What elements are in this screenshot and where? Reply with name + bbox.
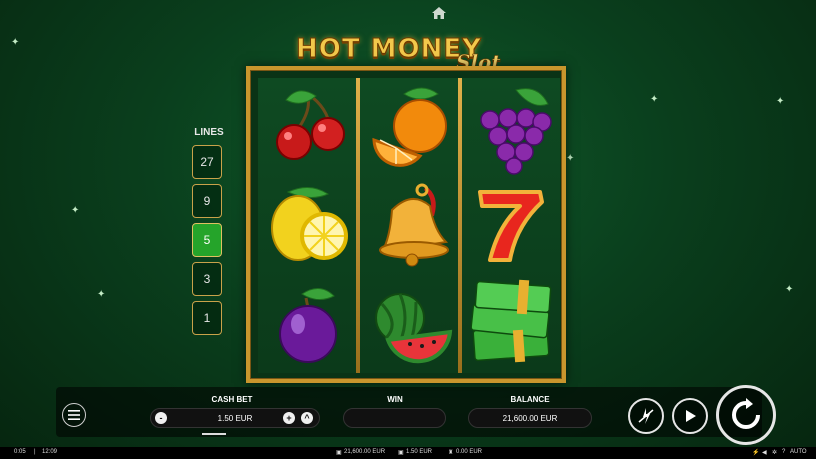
status-bet: 1.50 EUR [406,449,433,455]
sparkle-icon: ✦ [650,94,659,105]
gear-icon[interactable]: ✲ [772,449,777,456]
orange-icon [360,78,458,176]
status-win: 0.00 EUR [456,449,483,455]
lemon-icon [258,176,356,274]
sparkle-icon: ✦ [11,37,20,48]
elapsed-time: 0:05 [14,449,26,455]
bet-increase-button[interactable]: + [283,412,295,424]
menu-icon [68,410,80,420]
wallet-icon: ▣ [336,450,342,456]
spin-icon [732,398,760,429]
plum-icon [258,274,356,372]
clock: 12:09 [42,449,58,455]
line-option-5[interactable]: 5 [192,223,222,257]
win-label: WIN [387,395,403,404]
cash-bet-value: 1.50 EUR [217,413,253,423]
menu-button[interactable] [62,403,86,427]
sound-icon[interactable]: ◀ [762,449,767,456]
turbo-icon [638,408,654,424]
sparkle-icon: ✦ [71,205,80,216]
bet-decrease-button[interactable]: - [155,412,167,424]
line-option-9[interactable]: 9 [192,184,222,218]
line-option-27[interactable]: 27 [192,145,222,179]
reel-1 [258,78,356,373]
sparkle-icon: ✦ [566,153,575,164]
reel-2 [360,78,458,373]
status-bar: 0:05 | 12:09 ▣ 21,600.00 EUR ▣ 1.50 EUR … [0,447,816,459]
grapes-icon [462,78,560,176]
auto-label[interactable]: AUTO [790,449,807,455]
sparkle-icon: ✦ [776,96,785,107]
bet-icon: ▣ [398,450,404,456]
watermelon-icon [360,274,458,372]
reel-frame [246,66,566,383]
cherries-icon [258,78,356,176]
balance-field: 21,600.00 EUR [468,408,592,428]
logo-title: HOT MONEY [296,34,482,65]
sparkle-icon: ✦ [785,284,794,295]
lines-label: LINES [194,127,224,138]
balance-value: 21,600.00 EUR [502,413,558,423]
status-balance: 21,600.00 EUR [344,449,386,455]
bet-indicator [202,433,226,435]
cash-bet-label: CASH BET [211,395,253,404]
lightning-icon[interactable]: ⚡ [752,449,759,456]
money-stack-icon [462,274,560,372]
bell-icon [360,176,458,274]
turbo-button[interactable] [628,398,664,434]
home-icon[interactable] [431,6,447,20]
line-option-1[interactable]: 1 [192,301,222,335]
bet-max-button[interactable]: ^ [301,412,313,424]
sparkle-icon: ✦ [97,289,106,300]
win-field [343,408,446,428]
reel-3 [462,78,560,373]
help-icon[interactable]: ? [782,449,785,455]
spin-button[interactable] [716,385,776,445]
seven-icon [462,176,560,274]
status-separator: | [34,449,36,455]
autoplay-button[interactable] [672,398,708,434]
trophy-icon: ♜ [448,450,454,456]
play-icon [686,410,696,422]
balance-label: BALANCE [510,395,550,404]
line-option-3[interactable]: 3 [192,262,222,296]
